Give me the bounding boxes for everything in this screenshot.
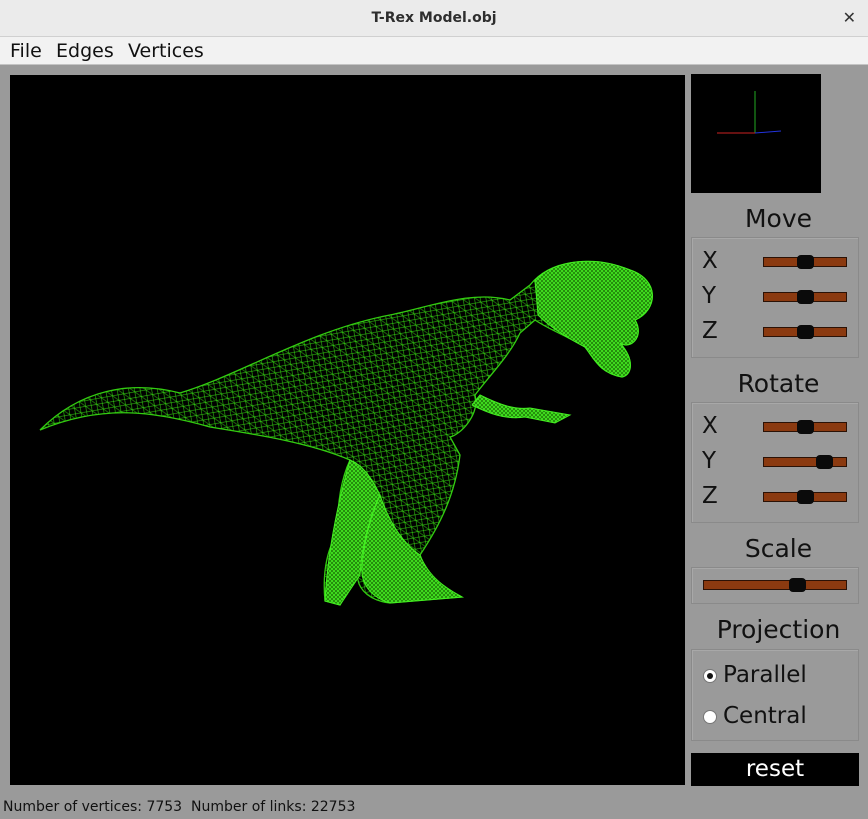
menu-edges[interactable]: Edges	[56, 40, 114, 62]
trex-arm	[471, 394, 572, 424]
slider-knob[interactable]	[816, 455, 833, 469]
vertices-label: Number of vertices:	[3, 799, 142, 815]
links-label: Number of links:	[191, 799, 307, 815]
move-x-slider[interactable]	[763, 255, 847, 269]
status-bar: Number of vertices: 7753 Number of links…	[3, 799, 355, 815]
parallel-label[interactable]: Parallel	[723, 662, 807, 688]
rotate-z-slider[interactable]	[763, 490, 847, 504]
move-z-label: Z	[702, 318, 718, 344]
slider-knob[interactable]	[796, 490, 814, 504]
close-icon[interactable]: ✕	[843, 8, 856, 27]
parallel-radio[interactable]	[703, 669, 717, 683]
scale-slider[interactable]	[703, 578, 847, 592]
slider-knob[interactable]	[796, 255, 814, 269]
slider-knob[interactable]	[796, 325, 814, 339]
rotate-z-label: Z	[702, 483, 718, 509]
axis-z-line	[754, 130, 782, 134]
rotate-x-slider[interactable]	[763, 420, 847, 434]
vertices-count: 7753	[146, 799, 183, 815]
rotate-x-label: X	[702, 413, 718, 439]
window-title: T-Rex Model.obj	[371, 10, 497, 26]
title-bar: T-Rex Model.obj ✕	[0, 0, 868, 37]
slider-knob[interactable]	[796, 290, 814, 304]
reset-button[interactable]: reset	[691, 753, 859, 786]
rotate-y-slider[interactable]	[763, 455, 847, 469]
central-label[interactable]: Central	[723, 703, 807, 729]
move-z-slider[interactable]	[763, 325, 847, 339]
radio-selected-dot	[707, 673, 713, 679]
move-title: Move	[744, 204, 813, 233]
move-y-slider[interactable]	[763, 290, 847, 304]
rotate-title: Rotate	[737, 369, 820, 398]
menu-file[interactable]: File	[10, 40, 42, 62]
trex-head	[534, 260, 653, 378]
projection-title: Projection	[716, 615, 841, 644]
central-radio[interactable]	[703, 710, 717, 724]
links-count: 22753	[310, 799, 356, 815]
move-y-label: Y	[702, 283, 717, 309]
move-x-label: X	[702, 248, 718, 274]
trex-wireframe	[39, 260, 654, 606]
model-viewport[interactable]	[10, 75, 685, 785]
menu-bar: File Edges Vertices	[0, 37, 868, 65]
scale-title: Scale	[744, 534, 813, 563]
axes-preview	[691, 74, 821, 193]
menu-vertices[interactable]: Vertices	[128, 40, 204, 62]
slider-knob[interactable]	[789, 578, 806, 592]
slider-knob[interactable]	[796, 420, 814, 434]
rotate-y-label: Y	[702, 448, 717, 474]
